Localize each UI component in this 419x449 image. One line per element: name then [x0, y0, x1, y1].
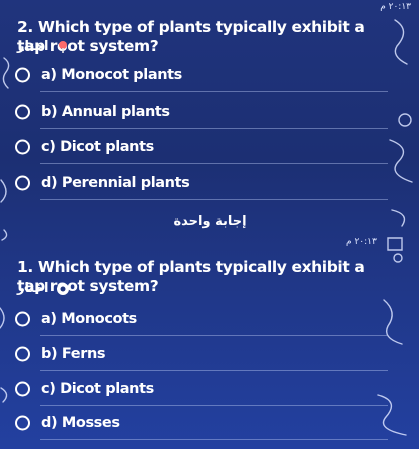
circle-check-icon	[56, 282, 69, 295]
choose-label: اختار	[17, 39, 49, 54]
choose-row-q1: اختار	[17, 281, 70, 296]
radio-button[interactable]	[15, 346, 30, 362]
option-q2-c[interactable]: c) Dicot plants	[0, 130, 388, 164]
radio-button[interactable]	[15, 67, 30, 83]
option-q1-d[interactable]: d) Mosses	[0, 406, 388, 440]
radio-button[interactable]	[15, 311, 30, 327]
option-label: b) Ferns	[41, 346, 106, 362]
question-2-text: 2. Which type of plants typically exhibi…	[17, 18, 365, 55]
radio-button[interactable]	[15, 139, 30, 155]
question-1-text: 1. Which type of plants typically exhibi…	[17, 258, 365, 295]
option-q1-b[interactable]: b) Ferns	[0, 337, 388, 371]
option-q1-c[interactable]: c) Dicot plants	[0, 372, 388, 406]
pin-icon	[58, 40, 67, 53]
option-label: c) Dicot plants	[41, 139, 154, 155]
choose-label: اختار	[17, 281, 49, 296]
option-q2-a[interactable]: a) Monocot plants	[0, 58, 388, 92]
choose-row-q2: اختار	[17, 39, 70, 54]
option-label: c) Dicot plants	[41, 381, 154, 397]
option-q1-a[interactable]: a) Monocots	[0, 302, 388, 336]
option-label: b) Annual plants	[41, 104, 170, 120]
message-time: ٢٠:١٣ م	[380, 2, 411, 12]
single-answer-button[interactable]: إجابة واحدة	[150, 208, 270, 234]
radio-button[interactable]	[15, 415, 30, 431]
radio-button[interactable]	[15, 175, 30, 191]
message-time: ٢٠:١٣ م	[346, 237, 377, 247]
option-label: d) Mosses	[41, 415, 120, 431]
option-label: a) Monocot plants	[41, 67, 182, 83]
option-q2-d[interactable]: d) Perennial plants	[0, 166, 388, 200]
option-q2-b[interactable]: b) Annual plants	[0, 95, 388, 129]
radio-button[interactable]	[15, 381, 30, 397]
option-label: d) Perennial plants	[41, 175, 190, 191]
radio-button[interactable]	[15, 104, 30, 120]
option-label: a) Monocots	[41, 311, 137, 327]
